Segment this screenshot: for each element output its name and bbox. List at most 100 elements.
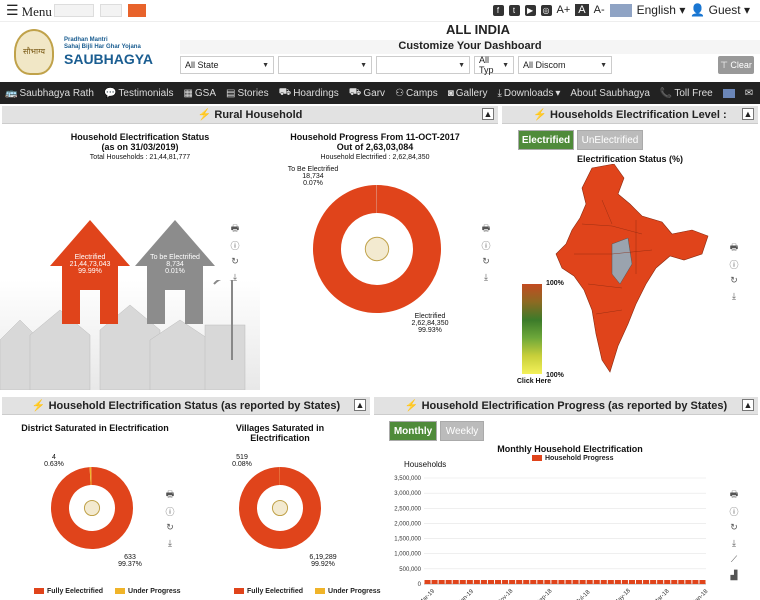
download-icon[interactable]: ⤓ (729, 538, 739, 548)
download-icon[interactable]: ⤓ (729, 291, 739, 301)
state-select[interactable]: All State ▼ (180, 56, 274, 74)
bar[interactable] (551, 580, 558, 584)
bar[interactable] (664, 580, 671, 584)
info-icon[interactable]: ⓘ (481, 240, 491, 251)
info-icon[interactable]: ⓘ (729, 259, 739, 270)
refresh-icon[interactable]: ↻ (230, 256, 240, 266)
collapse-icon[interactable]: ▲ (482, 108, 494, 120)
info-icon[interactable]: ⓘ (729, 506, 739, 517)
font-decrease-button[interactable]: A- (594, 4, 605, 16)
info-icon[interactable]: ⓘ (230, 240, 240, 251)
bar[interactable] (579, 580, 586, 584)
bar[interactable] (445, 580, 452, 584)
instagram-icon[interactable]: ◎ (540, 4, 552, 16)
bar[interactable] (523, 580, 530, 584)
bar[interactable] (621, 580, 628, 584)
legend-progress[interactable]: Under Progress (115, 588, 181, 595)
bar[interactable] (685, 580, 692, 584)
nav-mail[interactable]: ✉ (740, 88, 758, 99)
facebook-icon[interactable]: f (492, 4, 504, 16)
nav-camps[interactable]: ⚇ Camps (390, 88, 443, 99)
rural-household-header[interactable]: ⚡ Rural Household ▲ (2, 106, 498, 124)
discom-select[interactable]: All Discom ▼ (518, 56, 612, 74)
bar[interactable] (699, 580, 706, 584)
nav-saubhagya-rath[interactable]: 🚌 Saubhagya Rath (0, 88, 99, 99)
status-by-states-header[interactable]: ⚡ Household Electrification Status (as r… (2, 397, 370, 415)
bar[interactable] (572, 580, 579, 584)
nav-gsa[interactable]: ▦ GSA (178, 88, 221, 99)
tab-weekly[interactable]: Weekly (440, 421, 484, 441)
tab-electrified[interactable]: Electrified (518, 130, 574, 150)
info-icon[interactable]: ⓘ (165, 506, 175, 517)
block-select[interactable]: ▼ (376, 56, 470, 74)
monthly-legend[interactable]: Household Progress (532, 455, 613, 462)
nav-stories[interactable]: ▤ Stories (221, 88, 274, 99)
bar[interactable] (678, 580, 685, 584)
nav-garv[interactable]: ⛟ Garv (344, 87, 390, 100)
print-icon[interactable]: 🖶 (729, 242, 739, 253)
collapse-icon[interactable]: ▲ (354, 399, 366, 411)
download-icon[interactable]: ⤓ (230, 272, 240, 282)
bar[interactable] (495, 580, 502, 584)
refresh-icon[interactable]: ↻ (481, 256, 491, 266)
bar-chart-icon[interactable]: ▟ (729, 570, 739, 580)
nav-gallery[interactable]: ◙ Gallery (443, 88, 493, 99)
bar[interactable] (502, 580, 509, 584)
bar[interactable] (671, 580, 678, 584)
bar[interactable] (586, 580, 593, 584)
collapse-icon[interactable]: ▲ (742, 108, 754, 120)
print-icon[interactable]: 🖶 (230, 223, 240, 234)
nav-about[interactable]: About Saubhagya (565, 88, 655, 99)
bar[interactable] (530, 580, 537, 584)
nav-hoardings[interactable]: ⛟ Hoardings (274, 87, 344, 100)
bar[interactable] (480, 580, 487, 584)
nav-downloads[interactable]: ⤓ Downloads ▾ (492, 88, 565, 99)
bar[interactable] (466, 580, 473, 584)
print-icon[interactable]: 🖶 (165, 489, 175, 500)
bar[interactable] (424, 580, 431, 584)
download-icon[interactable]: ⤓ (481, 272, 491, 282)
bar[interactable] (558, 580, 565, 584)
collapse-icon[interactable]: ▲ (742, 399, 754, 411)
bar[interactable] (600, 580, 607, 584)
bar[interactable] (657, 580, 664, 584)
bar[interactable] (431, 580, 438, 584)
district-select[interactable]: ▼ (278, 56, 372, 74)
bar[interactable] (650, 580, 657, 584)
bar[interactable] (643, 580, 650, 584)
print-icon[interactable]: 🖶 (729, 489, 739, 500)
nav-flag[interactable] (718, 88, 740, 98)
menu-button[interactable]: ☰ Menu (6, 3, 52, 20)
twitter-icon[interactable]: t (508, 4, 520, 16)
legend-fully[interactable]: Fully Eelectrified (34, 588, 103, 595)
tab-monthly[interactable]: Monthly (389, 421, 437, 441)
refresh-icon[interactable]: ↻ (729, 275, 739, 285)
line-chart-icon[interactable]: ⟋ (729, 554, 739, 564)
bar[interactable] (537, 580, 544, 584)
progress-by-states-header[interactable]: ⚡ Household Electrification Progress (as… (374, 397, 758, 415)
youtube-icon[interactable]: ▶ (524, 4, 536, 16)
legend-progress[interactable]: Under Progress (315, 588, 381, 595)
bar[interactable] (452, 580, 459, 584)
bar[interactable] (614, 580, 621, 584)
legend-fully[interactable]: Fully Eelectrified (234, 588, 303, 595)
bar[interactable] (509, 580, 516, 584)
bar[interactable] (565, 580, 572, 584)
bar[interactable] (487, 580, 494, 584)
saubhagya-logo[interactable]: सौभाग्य Pradhan Mantri Sahaj Bijli Har G… (14, 27, 174, 77)
bar[interactable] (544, 580, 551, 584)
bar[interactable] (692, 580, 699, 584)
bar[interactable] (628, 580, 635, 584)
india-map[interactable] (552, 164, 712, 376)
download-icon[interactable]: ⤓ (165, 538, 175, 548)
bar[interactable] (607, 580, 614, 584)
electrification-level-header[interactable]: ⚡ Households Electrification Level : ▲ (502, 106, 758, 124)
bar[interactable] (593, 580, 600, 584)
click-here-link[interactable]: Click Here (514, 378, 554, 385)
bar[interactable] (516, 580, 523, 584)
language-select[interactable]: English ▾ (637, 3, 686, 17)
print-icon[interactable]: 🖶 (481, 223, 491, 234)
tab-unelectrified[interactable]: UnElectrified (577, 130, 643, 150)
nav-toll-free[interactable]: 📞 Toll Free (655, 88, 718, 99)
type-select[interactable]: All Typ ▼ (474, 55, 514, 75)
